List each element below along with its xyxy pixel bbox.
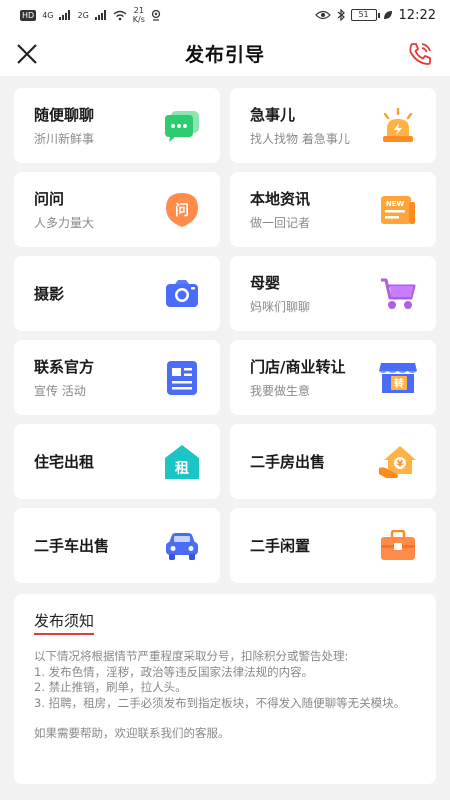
card-text: 二手车出售 bbox=[34, 535, 109, 556]
network-speed: 21 K/s bbox=[133, 6, 145, 24]
question-bubble-icon: 问 bbox=[162, 190, 202, 230]
stroller-icon bbox=[378, 274, 418, 314]
briefcase-icon bbox=[378, 526, 418, 566]
wifi-icon bbox=[113, 10, 127, 20]
notice-rule-3: 3. 招聘，租房，二手必须发布到指定板块，不得发入随便聊等无关模块。 bbox=[34, 695, 406, 710]
alarm-light-icon bbox=[378, 106, 418, 146]
camera-icon bbox=[162, 274, 202, 314]
card-title: 随便聊聊 bbox=[34, 106, 95, 124]
leaf-icon bbox=[383, 11, 392, 19]
card-title: 联系官方 bbox=[34, 358, 95, 376]
card-text: 问问 人多力量大 bbox=[34, 188, 94, 231]
signal-bars-icon bbox=[59, 10, 71, 20]
call-button[interactable] bbox=[406, 40, 434, 68]
publish-notice: 发布须知 以下情况将根据情节严重程度采取分号，扣除积分或警告处理: 1. 发布色… bbox=[14, 594, 436, 784]
phone-icon bbox=[409, 43, 431, 65]
card-shop-transfer[interactable]: 门店/商业转让 我要做生意 转 bbox=[230, 340, 436, 415]
card-title: 二手车出售 bbox=[34, 537, 110, 555]
card-title: 摄影 bbox=[34, 285, 65, 303]
card-text: 二手房出售 bbox=[250, 451, 325, 472]
notice-rule-2: 2. 禁止推销，刷单，拉人头。 bbox=[34, 680, 187, 694]
top-bar: 发布引导 bbox=[0, 30, 450, 76]
battery-indicator: 51 bbox=[350, 9, 380, 21]
card-title: 急事儿 bbox=[250, 106, 296, 124]
card-subtitle: 找人找物 着急事儿 bbox=[250, 132, 350, 146]
document-icon bbox=[162, 358, 202, 398]
card-text: 门店/商业转让 我要做生意 bbox=[250, 356, 345, 399]
card-title: 问问 bbox=[34, 190, 65, 208]
card-text: 随便聊聊 浙川新鲜事 bbox=[34, 104, 94, 147]
card-text: 住宅出租 bbox=[34, 451, 94, 472]
card-local-news[interactable]: 本地资讯 做一回记者 NEW bbox=[230, 172, 436, 247]
card-photography[interactable]: 摄影 bbox=[14, 256, 220, 331]
notice-intro: 以下情况将根据情节严重程度采取分号，扣除积分或警告处理: bbox=[34, 649, 349, 663]
signal-bars-icon-2 bbox=[94, 10, 106, 20]
card-subtitle: 人多力量大 bbox=[34, 216, 95, 230]
card-mother-baby[interactable]: 母婴 妈咪们聊聊 bbox=[230, 256, 436, 331]
card-contact-official[interactable]: 联系官方 宣传 活动 bbox=[14, 340, 220, 415]
shop-icon-glyph: 转 bbox=[394, 377, 404, 390]
signal-2g: 2G bbox=[77, 10, 89, 20]
network-speed-value: 21 bbox=[133, 6, 144, 15]
question-icon-glyph: 问 bbox=[175, 202, 189, 219]
card-second-hand-idle[interactable]: 二手闲置 bbox=[230, 508, 436, 583]
rent-icon-glyph: 租 bbox=[175, 460, 189, 477]
close-button[interactable] bbox=[14, 41, 40, 67]
card-title: 住宅出租 bbox=[34, 453, 95, 471]
car-icon bbox=[162, 526, 202, 566]
card-text: 联系官方 宣传 活动 bbox=[34, 356, 94, 399]
rent-house-icon: 租 bbox=[162, 442, 202, 482]
signal-4g: 4G bbox=[42, 10, 54, 20]
clock: 12:22 bbox=[398, 7, 436, 23]
notice-help: 如果需要帮助，欢迎联系我们的客服。 bbox=[34, 726, 230, 740]
card-second-hand-house[interactable]: 二手房出售 ¥ bbox=[230, 424, 436, 499]
status-left: HD 4G 2G 21 K/s bbox=[20, 6, 161, 24]
shop-icon: 转 bbox=[378, 358, 418, 398]
card-title: 二手闲置 bbox=[250, 537, 311, 555]
card-urgent[interactable]: 急事儿 找人找物 着急事儿 bbox=[230, 88, 436, 163]
close-icon bbox=[17, 44, 37, 64]
card-subtitle: 妈咪们聊聊 bbox=[250, 300, 311, 314]
notice-title: 发布须知 bbox=[34, 610, 95, 635]
card-subtitle: 我要做生意 bbox=[250, 384, 311, 398]
card-subtitle: 宣传 活动 bbox=[34, 384, 86, 398]
card-casual-chat[interactable]: 随便聊聊 浙川新鲜事 bbox=[14, 88, 220, 163]
card-house-rent[interactable]: 住宅出租 租 bbox=[14, 424, 220, 499]
status-right: 51 12:22 bbox=[314, 7, 436, 23]
card-title: 本地资讯 bbox=[250, 190, 311, 208]
yuan-icon-glyph: ¥ bbox=[397, 459, 404, 469]
card-title: 母婴 bbox=[250, 274, 281, 292]
location-icon bbox=[151, 9, 161, 21]
card-title: 二手房出售 bbox=[250, 453, 326, 471]
card-text: 摄影 bbox=[34, 283, 64, 304]
card-subtitle: 做一回记者 bbox=[250, 216, 311, 230]
page-title: 发布引导 bbox=[184, 43, 265, 66]
bluetooth-icon bbox=[337, 9, 345, 21]
card-used-car[interactable]: 二手车出售 bbox=[14, 508, 220, 583]
status-bar: HD 4G 2G 21 K/s 51 12:22 bbox=[0, 0, 450, 30]
card-text: 本地资讯 做一回记者 bbox=[250, 188, 310, 231]
card-text: 母婴 妈咪们聊聊 bbox=[250, 272, 310, 315]
card-subtitle: 浙川新鲜事 bbox=[34, 132, 95, 146]
network-speed-unit: K/s bbox=[132, 15, 145, 24]
card-text: 急事儿 找人找物 着急事儿 bbox=[250, 104, 350, 147]
news-icon-glyph: NEW bbox=[386, 200, 405, 208]
card-text: 二手闲置 bbox=[250, 535, 310, 556]
chat-bubble-icon bbox=[162, 106, 202, 146]
card-title: 门店/商业转让 bbox=[250, 358, 346, 376]
category-grid: 随便聊聊 浙川新鲜事 急事儿 找人找物 着急事儿 问问 人多力量大 问 本地资讯… bbox=[14, 88, 436, 583]
notice-body: 以下情况将根据情节严重程度采取分号，扣除积分或警告处理: 1. 发布色情，淫秽，… bbox=[34, 649, 418, 742]
eye-icon bbox=[314, 10, 331, 20]
news-icon: NEW bbox=[378, 190, 418, 230]
hd-badge: HD bbox=[20, 9, 37, 21]
card-ask[interactable]: 问问 人多力量大 问 bbox=[14, 172, 220, 247]
notice-rule-1: 1. 发布色情，淫秽，政治等违反国家法律法规的内容。 bbox=[34, 664, 314, 679]
house-sale-icon: ¥ bbox=[378, 442, 418, 482]
